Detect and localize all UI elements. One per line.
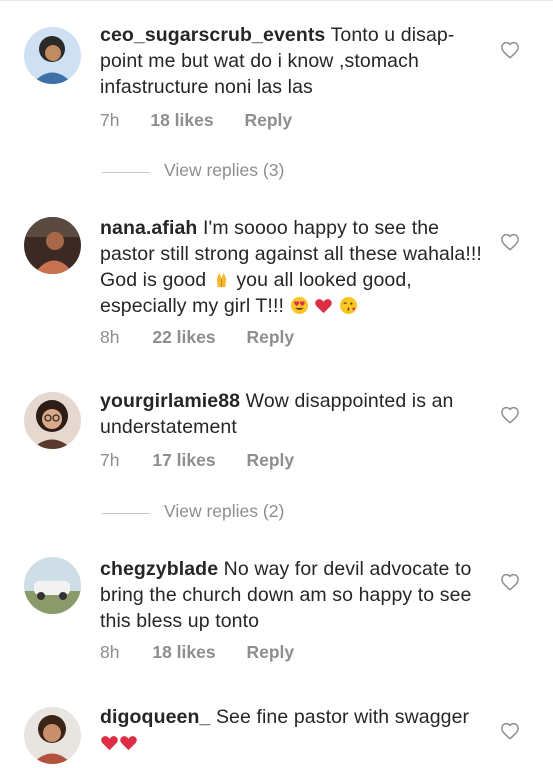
- comment-meta: 7h 18 likes Reply: [100, 110, 292, 131]
- replies-divider: [102, 513, 150, 514]
- view-replies-label[interactable]: View replies (2): [164, 501, 284, 522]
- avatar[interactable]: [24, 27, 81, 84]
- heart-icon[interactable]: [500, 406, 520, 424]
- avatar[interactable]: [24, 217, 81, 274]
- replies-divider: [102, 172, 150, 173]
- view-replies-label[interactable]: View replies (3): [164, 160, 284, 181]
- comment-username[interactable]: chegzyblade: [100, 558, 218, 580]
- red-heart-emoji: [314, 296, 333, 315]
- comment-likes[interactable]: 22 likes: [152, 327, 215, 348]
- heart-icon[interactable]: [500, 233, 520, 251]
- comment-time: 7h: [100, 450, 120, 470]
- red-heart-emoji: [119, 733, 138, 752]
- reply-button[interactable]: Reply: [246, 450, 294, 471]
- heart-icon[interactable]: [500, 573, 520, 591]
- reply-button[interactable]: Reply: [246, 642, 294, 663]
- heart-icon[interactable]: [500, 41, 520, 59]
- praying-hands-emoji: [212, 270, 231, 289]
- red-heart-emoji: [100, 733, 119, 752]
- comment-likes[interactable]: 18 likes: [152, 642, 215, 663]
- comment-username[interactable]: nana.afiah: [100, 217, 197, 239]
- avatar[interactable]: [24, 557, 81, 614]
- face-blowing-kiss-emoji: [339, 296, 358, 315]
- comment-username[interactable]: yourgirlamie88: [100, 390, 240, 412]
- top-divider: [0, 0, 553, 1]
- comment-likes[interactable]: 18 likes: [150, 110, 213, 131]
- heart-icon[interactable]: [500, 722, 520, 740]
- comment-meta: 7h 17 likes Reply: [100, 450, 294, 471]
- comment-time: 7h: [100, 110, 120, 130]
- comment-meta: 8h 22 likes Reply: [100, 327, 294, 348]
- comment-likes[interactable]: 17 likes: [152, 450, 215, 471]
- comment-text: See fine pastor with swagger: [215, 706, 470, 728]
- heart-eyes-emoji: [290, 296, 309, 315]
- comment-time: 8h: [100, 327, 120, 347]
- reply-button[interactable]: Reply: [244, 110, 292, 131]
- reply-button[interactable]: Reply: [246, 327, 294, 348]
- comment-username[interactable]: ceo_sugarscrub_events: [100, 24, 325, 46]
- comment-username[interactable]: digoqueen_: [100, 706, 210, 728]
- comment-time: 8h: [100, 642, 120, 662]
- avatar[interactable]: [24, 707, 81, 764]
- avatar[interactable]: [24, 392, 81, 449]
- comment-meta: 8h 18 likes Reply: [100, 642, 294, 663]
